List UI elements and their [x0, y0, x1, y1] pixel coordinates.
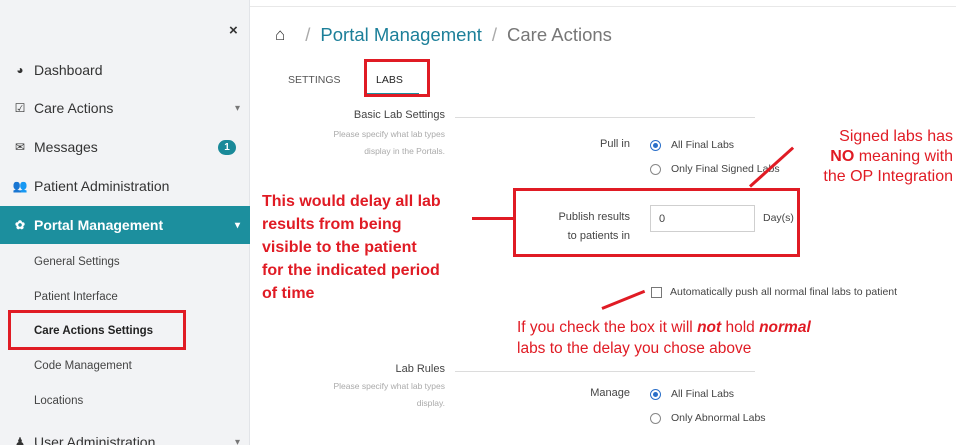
sidebar-subitem-locations[interactable]: Locations [0, 384, 250, 418]
radio-selected[interactable] [650, 139, 661, 151]
sidebar-item-patient-administration[interactable]: 👥 Patient Administration [0, 167, 250, 205]
note-line: If you check the box it will not hold no… [517, 317, 811, 338]
annotation-delay-note: This would delay all lab results from be… [262, 190, 441, 305]
manage-label: Manage [590, 387, 630, 399]
sidebar-subitem-general-settings[interactable]: General Settings [0, 245, 250, 279]
breadcrumb-separator: / [491, 24, 498, 45]
sidebar-subitem-patient-interface[interactable]: Patient Interface [0, 280, 250, 314]
radio-unselected[interactable] [650, 412, 661, 424]
note-line: the OP Integration [823, 168, 953, 185]
checkbox-icon: ☑ [14, 101, 26, 115]
radio-label: All Final Labs [671, 139, 735, 151]
envelope-icon: ✉ [14, 140, 26, 154]
note-emphasis: normal [759, 319, 811, 336]
description-line: Please specify what lab types [333, 129, 445, 139]
annotation-checkbox-note: If you check the box it will not hold no… [517, 317, 811, 359]
manage-option-all-final[interactable]: All Final Labs [650, 388, 734, 400]
messages-count-badge: 1 [218, 139, 236, 155]
breadcrumb-care-actions: Care Actions [507, 24, 612, 45]
lab-rules-title: Lab Rules [395, 363, 445, 375]
gear-icon: ✿ [14, 218, 26, 232]
breadcrumb-separator: / [305, 24, 311, 45]
top-divider [250, 6, 956, 7]
note-line: for the indicated period [262, 262, 440, 279]
tab-settings[interactable]: SETTINGS [288, 74, 341, 86]
section-divider [455, 117, 755, 118]
note-line: visible to the patient [262, 239, 417, 256]
annotation-publish-box [513, 188, 800, 257]
dashboard-icon: ◕ [16, 63, 24, 77]
sidebar-item-user-administration[interactable]: ♟ User Administration ▾ [0, 423, 250, 445]
basic-lab-settings-description: Please specify what lab types display in… [270, 126, 445, 160]
home-icon[interactable]: ⌂ [275, 25, 285, 45]
auto-push-checkbox[interactable] [651, 287, 662, 298]
sidebar-item-label: Dashboard [34, 62, 103, 78]
pull-in-option-all-final[interactable]: All Final Labs [650, 139, 734, 151]
note-line: This would delay all lab [262, 193, 441, 210]
annotation-delay-connector [472, 217, 515, 220]
annotation-checkbox-arrow [601, 289, 646, 310]
annotation-signed-labs-note: Signed labs has NO meaning with the OP I… [813, 127, 953, 187]
description-line: display. [416, 398, 445, 408]
sidebar-subitem-code-management[interactable]: Code Management [0, 349, 250, 383]
auto-push-label: Automatically push all normal final labs… [670, 286, 898, 298]
note-line: Signed labs has [839, 128, 953, 145]
description-line: Please specify what lab types [333, 381, 445, 391]
note-line: results from being [262, 216, 402, 233]
users-icon: 👥 [12, 179, 28, 193]
note-line: NO meaning with [813, 147, 953, 167]
note-text: meaning with [854, 148, 953, 165]
lab-rules-description: Please specify what lab types display. [270, 378, 445, 412]
description-line: display in the Portals. [364, 146, 445, 156]
note-emphasis: not [697, 319, 722, 336]
chevron-down-icon: ▾ [234, 102, 240, 114]
note-line: labs to the delay you chose above [517, 340, 752, 357]
sidebar-item-dashboard[interactable]: ◕ Dashboard [0, 51, 250, 89]
pull-in-option-signed[interactable]: Only Final Signed Labs [650, 163, 780, 175]
annotation-care-actions-settings-box [8, 310, 186, 350]
radio-label: Only Abnormal Labs [671, 412, 766, 424]
note-line: of time [262, 285, 315, 302]
close-sidebar-icon[interactable]: × [229, 22, 238, 39]
sidebar-item-label: Patient Administration [34, 178, 170, 194]
sidebar: × ◕ Dashboard ☑ Care Actions ▾ ✉ Message… [0, 0, 250, 445]
breadcrumb-portal-management[interactable]: Portal Management [320, 24, 481, 46]
sidebar-item-label: User Administration [34, 434, 156, 445]
sidebar-item-messages[interactable]: ✉ Messages 1 [0, 128, 250, 166]
user-icon: ♟ [14, 435, 26, 445]
breadcrumb: ⌂ / Portal Management / Care Actions [275, 24, 612, 46]
basic-lab-settings-title: Basic Lab Settings [353, 109, 445, 121]
chevron-down-icon: ▾ [234, 219, 240, 231]
sidebar-item-label: Care Actions [34, 100, 114, 116]
radio-label: All Final Labs [671, 388, 735, 400]
section-divider [455, 371, 755, 372]
sidebar-item-portal-management[interactable]: ✿ Portal Management ▾ [0, 206, 250, 244]
radio-unselected[interactable] [650, 163, 661, 175]
note-text: hold [721, 319, 760, 336]
note-text: If you check the box it will [517, 319, 698, 336]
annotation-labs-tab-box [364, 59, 430, 97]
pull-in-label: Pull in [600, 138, 630, 150]
note-emphasis: NO [830, 148, 855, 165]
chevron-down-icon: ▾ [234, 436, 240, 445]
sidebar-item-label: Messages [34, 139, 98, 155]
radio-selected[interactable] [650, 388, 661, 400]
sidebar-item-care-actions[interactable]: ☑ Care Actions ▾ [0, 89, 250, 127]
manage-option-abnormal[interactable]: Only Abnormal Labs [650, 412, 766, 424]
sidebar-item-label: Portal Management [34, 217, 164, 233]
